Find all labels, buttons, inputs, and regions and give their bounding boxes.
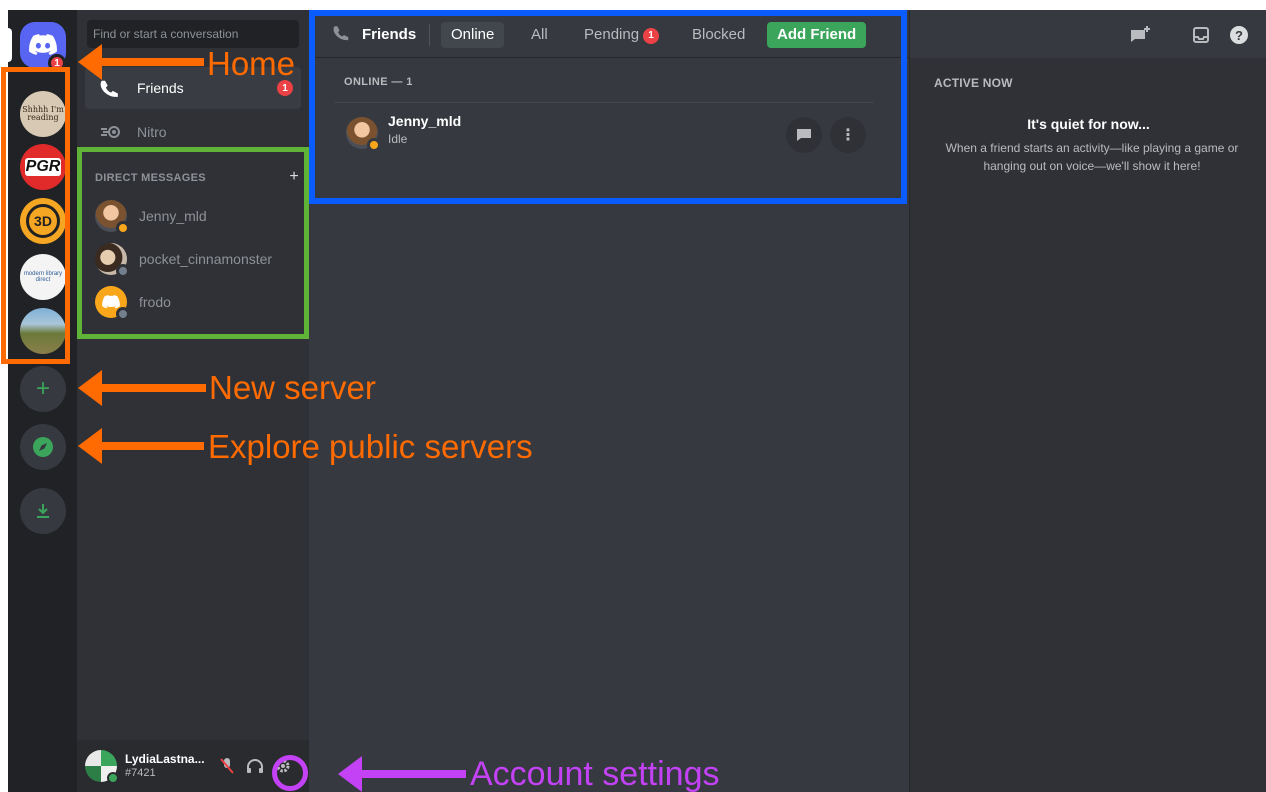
active-now-title: ACTIVE NOW (934, 76, 1013, 90)
discord-window: 1 Shhhh I'm reading PGR 3D modern librar… (8, 10, 1266, 792)
tab-blocked[interactable]: Blocked (682, 22, 755, 48)
inbox-icon (1193, 27, 1209, 43)
tab-all[interactable]: All (521, 22, 558, 48)
annotation-label-new-server: New server (209, 369, 376, 406)
annotation-box-direct-messages (77, 147, 309, 339)
sidebar-item-friends-label: Friends (137, 80, 184, 96)
divider (429, 24, 430, 46)
chat-bubble-icon (797, 129, 811, 141)
friend-name: Jenny_mld (388, 113, 462, 129)
online-count-header: ONLINE — 1 (344, 76, 413, 88)
tab-pending[interactable]: Pending 1 (574, 22, 669, 48)
online-status-icon (107, 772, 119, 784)
active-now-panel: ? ACTIVE NOW It's quiet for now... When … (909, 10, 1266, 792)
nitro-icon (97, 125, 125, 139)
muted-mic-icon (220, 758, 234, 774)
annotation-label-explore: Explore public servers (208, 428, 533, 465)
add-friend-button[interactable]: Add Friend (767, 22, 867, 48)
annotation-circle-settings (272, 755, 308, 791)
friends-main: Friends Online All Pending 1 Blocked Add … (309, 10, 1266, 792)
annotation-arrow-explore (78, 428, 204, 464)
friend-status: Idle (388, 132, 408, 146)
message-button[interactable] (786, 117, 822, 153)
headphones-icon (247, 759, 263, 773)
compass-icon (33, 437, 53, 457)
empty-state-description: When a friend starts an activity—like pl… (945, 141, 1239, 173)
friends-wave-icon (97, 79, 125, 97)
selected-indicator (8, 28, 12, 62)
inbox-button[interactable] (1190, 24, 1212, 46)
new-group-dm-button[interactable] (1130, 24, 1152, 46)
help-button[interactable]: ? (1228, 24, 1250, 46)
conversation-search-input[interactable]: Find or start a conversation (87, 20, 299, 48)
download-icon (37, 504, 49, 518)
friends-wave-icon (333, 24, 353, 47)
discord-logo-icon (29, 34, 57, 55)
more-options-button[interactable]: ⋮ (830, 117, 866, 153)
page-title: Friends (362, 26, 417, 43)
download-apps-button[interactable] (20, 488, 66, 534)
annotation-label-home: Home (207, 45, 296, 82)
tab-online[interactable]: Online (441, 22, 505, 48)
tab-pending-label: Pending (584, 26, 640, 43)
deafen-button[interactable] (243, 754, 267, 778)
vertical-ellipsis-icon: ⋮ (840, 127, 856, 144)
new-dm-icon (1131, 26, 1150, 42)
annotation-arrow-home (78, 44, 204, 80)
idle-status-icon (367, 138, 381, 152)
svg-text:?: ? (1235, 28, 1243, 43)
annotation-arrow-account (338, 756, 466, 792)
pending-badge: 1 (643, 28, 660, 44)
help-icon: ? (1230, 26, 1248, 44)
user-tag: #7421 (125, 767, 156, 779)
mute-button[interactable] (215, 754, 239, 778)
avatar (346, 117, 381, 152)
header-toolbar: ? (910, 10, 1266, 58)
plus-icon: + (35, 375, 50, 402)
sidebar-item-nitro-label: Nitro (137, 124, 167, 140)
annotation-box-servers (1, 67, 70, 364)
annotation-label-account: Account settings (470, 755, 720, 792)
add-server-button[interactable]: + (20, 366, 66, 412)
explore-servers-button[interactable] (20, 424, 66, 470)
list-item[interactable]: Jenny_mld Idle ⋮ (334, 102, 874, 162)
username: LydiaLastna... (125, 752, 205, 766)
annotation-arrow-new-server (78, 370, 206, 406)
empty-state-title: It's quiet for now... (1027, 116, 1150, 132)
